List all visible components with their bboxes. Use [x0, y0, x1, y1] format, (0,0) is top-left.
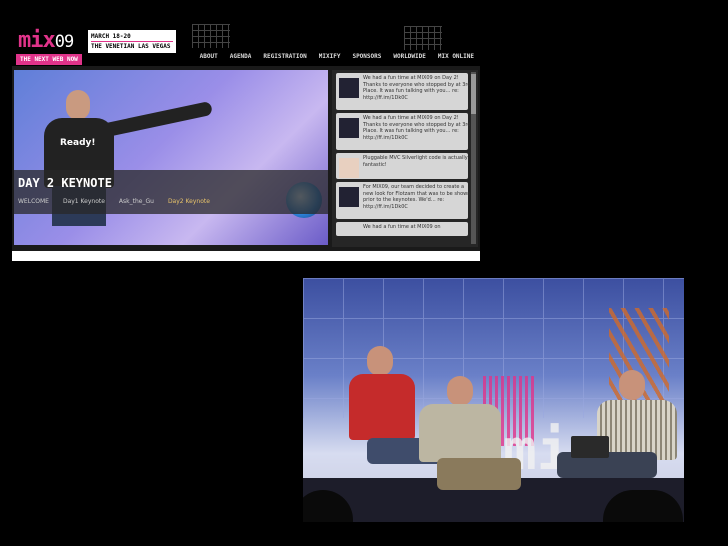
- mix09-website-screenshot: mix09 THE NEXT WEB NOW MARCH 18-20 THE V…: [12, 20, 480, 261]
- video-link-welcome[interactable]: WELCOME: [18, 198, 49, 205]
- striped-shirt: [597, 400, 677, 460]
- event-venue: THE VENETIAN LAS VEGAS: [91, 41, 173, 51]
- tweet[interactable]: For MIX09, our team decided to create a …: [336, 182, 471, 219]
- video-link-ask-the-gu[interactable]: Ask_the_Gu: [119, 198, 154, 205]
- tweet-text: We had a fun time at MIX09 on Day 2! Tha…: [363, 75, 471, 101]
- stage-photo: mix: [303, 278, 684, 522]
- nav-sponsors[interactable]: SPONSORS: [352, 53, 381, 60]
- site-header: mix09 THE NEXT WEB NOW MARCH 18-20 THE V…: [12, 20, 480, 66]
- avatar: [339, 158, 359, 178]
- tweet[interactable]: Pluggable MVC Silverlight code is actual…: [336, 153, 468, 179]
- twitter-feed: We had a fun time at MIX09 on Day 2! Tha…: [332, 70, 478, 247]
- grid-decoration: [404, 26, 442, 50]
- bottom-strip: [12, 251, 480, 261]
- video-links: WELCOME Day1 Keynote Ask_the_Gu Day2 Key…: [18, 198, 210, 205]
- video-link-day1[interactable]: Day1 Keynote: [63, 198, 105, 205]
- tweet[interactable]: We had a fun time at MIX09 on Day 2! Tha…: [336, 73, 471, 110]
- feed-scrollbar[interactable]: [471, 72, 476, 244]
- tweet-text: We had a fun time at MIX09 on Day 2! Tha…: [363, 115, 471, 141]
- mix-logo[interactable]: mix09: [18, 28, 75, 53]
- grey-shirt: [419, 404, 501, 462]
- red-shirt: [349, 374, 415, 440]
- logo-year: 09: [54, 32, 75, 52]
- video-caption: DAY 2 KEYNOTE WELCOME Day1 Keynote Ask_t…: [14, 170, 328, 214]
- speaker-head: [66, 90, 90, 120]
- nav-registration[interactable]: REGISTRATION: [263, 53, 306, 60]
- avatar: [339, 78, 359, 98]
- main-nav: ABOUT AGENDA REGISTRATION MIXIFY SPONSOR…: [200, 53, 474, 60]
- tweet-text: For MIX09, our team decided to create a …: [363, 184, 471, 210]
- avatar: [339, 187, 359, 207]
- hero-image: Ready!: [14, 70, 328, 245]
- avatar: [339, 118, 359, 138]
- event-info-box: MARCH 18-20 THE VENETIAN LAS VEGAS: [88, 30, 176, 53]
- shirt-text: Ready!: [60, 138, 96, 148]
- nav-mixify[interactable]: MIXIFY: [319, 53, 341, 60]
- nav-about[interactable]: ABOUT: [200, 53, 218, 60]
- nav-mix-online[interactable]: MIX ONLINE: [438, 53, 474, 60]
- logo-text: mix: [18, 28, 56, 53]
- nav-worldwide[interactable]: WORLDWIDE: [393, 53, 426, 60]
- khakis: [437, 458, 521, 490]
- nav-agenda[interactable]: AGENDA: [230, 53, 252, 60]
- tweet-text: We had a fun time at MIX09 on: [363, 224, 441, 230]
- tweet[interactable]: We had a fun time at MIX09 on: [336, 222, 468, 236]
- grid-decoration: [192, 24, 230, 48]
- speaker-arm: [100, 100, 214, 138]
- laptop: [571, 436, 609, 458]
- head: [619, 370, 645, 400]
- caption-title: DAY 2 KEYNOTE: [18, 176, 112, 190]
- video-link-day2[interactable]: Day2 Keynote: [168, 198, 210, 205]
- event-date: MARCH 18-20: [91, 33, 131, 40]
- tagline: THE NEXT WEB NOW: [16, 54, 82, 65]
- tweet[interactable]: We had a fun time at MIX09 on Day 2! Tha…: [336, 113, 471, 150]
- head: [367, 346, 393, 376]
- scrollbar-thumb[interactable]: [471, 74, 476, 114]
- head: [447, 376, 473, 406]
